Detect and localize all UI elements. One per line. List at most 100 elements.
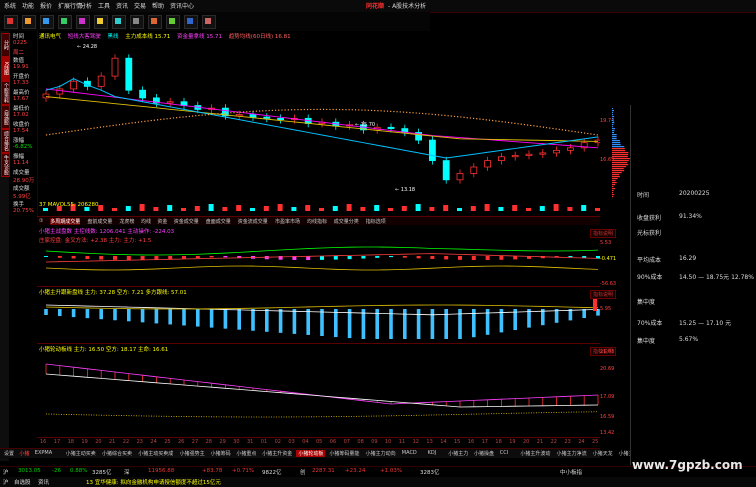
bottom-tab[interactable]: EXPMA [33, 450, 54, 456]
indicator-tab[interactable]: 均线 [141, 218, 151, 225]
bottom-tab[interactable]: MACD [400, 450, 419, 456]
candle-body [428, 139, 436, 162]
bottom-tab[interactable]: 小猪主升波动 [518, 450, 552, 457]
volume-bar [181, 208, 186, 211]
kline-pane[interactable]: 通讯电气 短线大客驾驶 黑线 主力成本线 15.71 资金量拿线 15.71 趋… [37, 31, 600, 217]
indicator-line [45, 246, 599, 256]
volume-bar [236, 205, 242, 211]
sidebar-tab-timeshare[interactable]: 分时 [1, 33, 10, 57]
ticker-item: 3285亿 [92, 470, 112, 476]
macd-bar [499, 256, 504, 260]
bottom-tab[interactable]: 小猪主力 [446, 450, 470, 457]
toolbar-trade-button[interactable] [94, 15, 108, 29]
bottom-tab[interactable]: 小猪主力动向 [364, 450, 398, 457]
bottom-tab[interactable]: 小猪重点 [234, 450, 258, 457]
toolbar-favorites-button[interactable] [22, 15, 36, 29]
indicator-tab[interactable]: ① [39, 218, 43, 224]
chip-bar [612, 172, 622, 174]
bottom-tab[interactable]: CCI [498, 450, 510, 456]
ticker-item: 11956.88 [148, 468, 175, 474]
menu-function[interactable]: 功能 [22, 1, 34, 10]
bottom-tab[interactable]: 小猪筹码量能 [327, 450, 361, 457]
sidebar-tab-kline[interactable]: K线图 [1, 57, 10, 81]
bottom-tab[interactable]: 小猪轮动板 [296, 450, 326, 457]
sidebar-tab-watchlist[interactable]: 自选股 [1, 105, 10, 129]
date-tick: 24 [150, 439, 157, 445]
indicator-tab[interactable]: 成交量分类 [334, 218, 359, 225]
macd-bar [471, 256, 476, 260]
menu-tools[interactable]: 工具 [98, 1, 110, 10]
news-item[interactable]: 沪 [3, 478, 9, 486]
fund-bar [140, 309, 145, 323]
kline-chart [42, 54, 600, 211]
indicator-tab[interactable]: 指标选项 [366, 218, 386, 225]
indicator-tab[interactable]: 龙虎榜 [119, 218, 134, 225]
pane2-help-button[interactable]: 指标说明 [590, 290, 617, 299]
date-tick: 14 [440, 439, 447, 445]
bottom-tab[interactable]: 小猪主力净流 [555, 450, 589, 457]
bottom-tab[interactable]: 小猪操盘 [472, 450, 496, 457]
toolbar-news-button[interactable] [58, 15, 72, 29]
indicator-tab[interactable]: 盘前成交量 [87, 218, 112, 225]
candle-body [235, 114, 243, 117]
bottom-tab[interactable]: KDJ [426, 450, 439, 456]
indicator-tab[interactable]: 资金流成交量 [238, 218, 268, 225]
bottom-tab[interactable]: 小猪主升资金 [260, 450, 294, 457]
toolbar-alert-button[interactable] [166, 15, 180, 29]
toolbar-window-button[interactable] [202, 15, 216, 29]
pane1-help-button[interactable]: 指标说明 [590, 229, 617, 238]
indicator-tab[interactable]: 资金成交量 [174, 218, 199, 225]
bottom-tab[interactable]: 小猪主动买卖成 [136, 450, 175, 457]
menu-analysis[interactable]: 分析 [80, 1, 92, 10]
news-item[interactable]: 自选股 [14, 478, 31, 486]
indicator-tab[interactable]: 多周期成交量 [50, 218, 81, 225]
candle-body [42, 93, 50, 99]
indicator-tabbar: ① 多周期成交量 盘前成交量 龙虎榜 均线 资金 资金成交量 盘面成交量 资金流成交量 市盈率市场… [37, 217, 600, 225]
bottom-tab[interactable]: 小猪 [17, 450, 31, 457]
menu-quote[interactable]: 报价 [40, 1, 52, 10]
candle-body [442, 160, 450, 181]
indicator-tab[interactable]: 盘面成交量 [206, 218, 231, 225]
bottom-tab[interactable]: 小猪筹码 [209, 450, 233, 457]
sidebar-tab-diagnosis[interactable]: 牛叉诊股 [1, 153, 10, 177]
date-tick: 25 [164, 439, 171, 445]
toolbar-print-button[interactable] [184, 15, 198, 29]
toolbar-settings-button[interactable] [148, 15, 162, 29]
fund-bar [265, 309, 269, 332]
sidebar-tab-ranking[interactable]: 综合排名 [1, 129, 10, 153]
menu-help[interactable]: 帮助 [152, 1, 164, 10]
toolbar-home-button[interactable] [4, 15, 18, 29]
bottom-tab[interactable]: 设置 [2, 450, 16, 457]
news-headline-link[interactable]: 13 宜华健康: 拟向金融机构申请授信额度不超过15亿元 [86, 478, 221, 486]
toolbar-search-button[interactable] [130, 15, 144, 29]
data-value: 0225 [13, 40, 27, 46]
fund-bar [416, 309, 421, 339]
toolbar-f10-button[interactable] [76, 15, 90, 29]
toolbar-chart-button[interactable] [112, 15, 126, 29]
data-label: 振幅 [13, 154, 25, 160]
date-tick: 07 [343, 439, 350, 445]
indicator-pane-2[interactable]: 小猪主升跟新盘线 主力: 37.28 空方: 7.21 多方跟线: 57.01 [37, 287, 600, 344]
sidebar-tab-profile[interactable]: 个股资料 [1, 81, 10, 105]
chip-bar [612, 144, 621, 146]
indicator-tab[interactable]: 资金 [157, 218, 167, 225]
news-item[interactable]: 资讯 [38, 478, 49, 486]
indicator-pane-1[interactable]: 小猪主战盘数 主控线数: 1206.041 主动操作: -224.03 庄家控盘… [37, 226, 600, 287]
candle-body [539, 152, 547, 155]
bottom-tab[interactable]: 小猪综合买卖 [100, 450, 134, 457]
indicator-pane-3[interactable]: 小猪轮动板线 主力: 16.50 空方: 18.17 主命: 16.61 [37, 344, 600, 438]
pane2-chart [44, 299, 600, 339]
bottom-tab[interactable]: 小猪强势主 [178, 450, 207, 457]
menu-trade[interactable]: 交易 [134, 1, 146, 10]
bottom-tab[interactable]: 小猪天龙 [591, 450, 615, 457]
menu-system[interactable]: 系统 [4, 1, 16, 10]
menu-news-center[interactable]: 资讯中心 [170, 1, 194, 10]
indicator-tab[interactable]: 均线指标 [307, 218, 327, 225]
bottom-tab[interactable]: 小猪主动买卖 [64, 450, 98, 457]
menu-extended[interactable]: 扩展行情 [58, 1, 82, 10]
toolbar-overview-button[interactable] [40, 15, 54, 29]
menu-info[interactable]: 资讯 [116, 1, 128, 10]
indicator-tab[interactable]: 市盈率市场 [275, 218, 300, 225]
fund-bar [209, 309, 214, 328]
date-tick: 31 [247, 439, 254, 445]
